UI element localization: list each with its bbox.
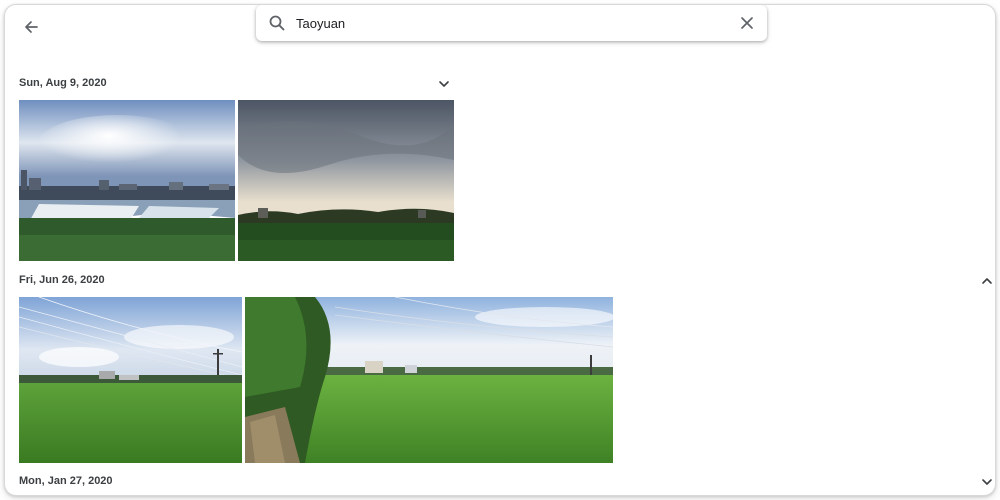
- photo-rice-paddy-power-lines: [19, 297, 242, 463]
- date-header: Fri, Jun 26, 2020: [19, 274, 105, 286]
- search-icon: [269, 15, 285, 31]
- search-input[interactable]: [296, 11, 716, 35]
- group-toggle-button[interactable]: [979, 474, 995, 490]
- photo-thumbnail[interactable]: [238, 100, 454, 261]
- close-icon: [741, 17, 753, 29]
- photo-rice-paddy-trees: [245, 297, 613, 463]
- date-header: Mon, Jan 27, 2020: [19, 475, 113, 487]
- photo-city-skyline: [19, 100, 235, 261]
- search-bar[interactable]: [256, 5, 767, 41]
- photo-thumbnail[interactable]: [19, 297, 242, 463]
- group-toggle-button[interactable]: [436, 76, 452, 92]
- photo-thumbnail[interactable]: [19, 100, 235, 261]
- date-header: Sun, Aug 9, 2020: [19, 77, 107, 89]
- arrow-left-icon: [25, 21, 38, 33]
- photos-search-window: Sun, Aug 9, 2020: [4, 4, 996, 496]
- photo-overcast-field: [238, 100, 454, 261]
- group-toggle-button[interactable]: [979, 273, 995, 289]
- chevron-down-icon: [982, 479, 992, 485]
- clear-search-button[interactable]: [735, 11, 759, 35]
- chevron-down-icon: [439, 81, 449, 87]
- photo-thumbnail[interactable]: [245, 297, 613, 463]
- chevron-up-icon: [982, 278, 992, 284]
- back-button[interactable]: [17, 13, 45, 41]
